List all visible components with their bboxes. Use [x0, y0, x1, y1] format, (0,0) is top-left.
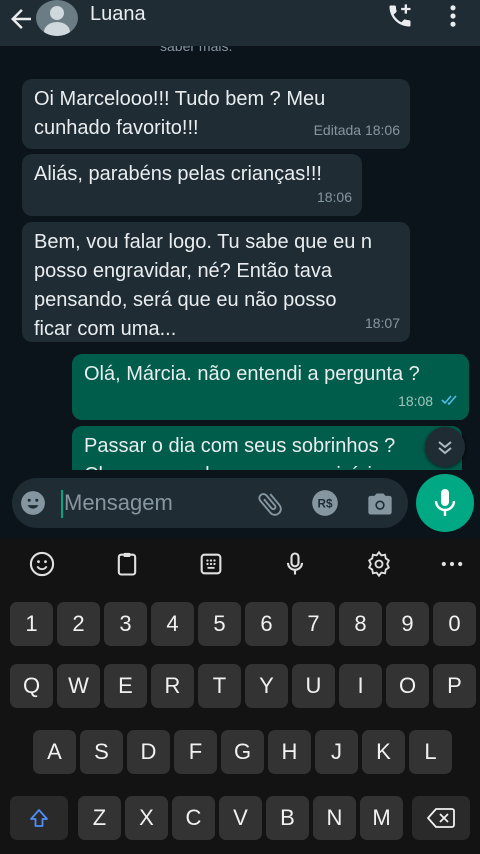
- payment-icon[interactable]: R$: [311, 489, 339, 517]
- key-t[interactable]: T: [198, 664, 241, 708]
- key-7[interactable]: 7: [292, 602, 335, 646]
- key-5[interactable]: 5: [198, 602, 241, 646]
- read-ticks-icon: [441, 395, 457, 406]
- message-time: 18:08: [398, 387, 459, 416]
- message-text: Olá, Márcia. não entendi a pergunta ?: [84, 363, 420, 385]
- chat-header: Luana: [0, 0, 480, 46]
- svg-text:R$: R$: [318, 498, 333, 511]
- more-icon[interactable]: [438, 550, 466, 578]
- double-chevron-down-icon: [438, 441, 452, 455]
- key-d[interactable]: D: [127, 730, 170, 774]
- backspace-icon: [427, 808, 455, 828]
- key-e[interactable]: E: [104, 664, 147, 708]
- message-composer: R$: [12, 478, 408, 528]
- back-arrow-icon[interactable]: [6, 4, 36, 34]
- key-8[interactable]: 8: [339, 602, 382, 646]
- keypad-icon[interactable]: [197, 550, 225, 578]
- more-options-icon[interactable]: [446, 2, 460, 30]
- microphone-icon: [434, 489, 456, 516]
- message-time: 18:06: [316, 189, 352, 205]
- keyboard-toolbar: [0, 538, 480, 590]
- chat-area[interactable]: saber mais. Oi Marcelooo!!! Tudo bem ? M…: [0, 46, 480, 470]
- key-c[interactable]: C: [172, 796, 215, 840]
- shift-key[interactable]: [10, 796, 68, 840]
- voice-record-button[interactable]: [416, 474, 474, 532]
- contact-name[interactable]: Luana: [90, 3, 146, 26]
- avatar[interactable]: [36, 0, 78, 36]
- message-bubble[interactable]: Oi Marcelooo!!! Tudo bem ? Meu cunhado f…: [22, 79, 410, 149]
- key-y[interactable]: Y: [245, 664, 288, 708]
- message-text: Bem, vou falar logo. Tu sabe que eu n po…: [34, 231, 372, 340]
- key-w[interactable]: W: [57, 664, 100, 708]
- key-0[interactable]: 0: [433, 602, 476, 646]
- backspace-key[interactable]: [412, 796, 470, 840]
- key-x[interactable]: X: [125, 796, 168, 840]
- message-bubble[interactable]: Bem, vou falar logo. Tu sabe que eu n po…: [22, 222, 410, 342]
- key-k[interactable]: K: [362, 730, 405, 774]
- key-q[interactable]: Q: [10, 664, 53, 708]
- message-bubble[interactable]: Passar o dia com seus sobrinhos ? Claro …: [72, 426, 462, 470]
- message-input[interactable]: [62, 488, 254, 518]
- key-3[interactable]: 3: [104, 602, 147, 646]
- scroll-down-button[interactable]: [425, 427, 465, 467]
- key-f[interactable]: F: [174, 730, 217, 774]
- message-text: Oi Marcelooo!!! Tudo bem ? Meu cunhado f…: [34, 88, 326, 139]
- message-bubble[interactable]: Aliás, parabéns pelas crianças!!! 18:06: [22, 154, 362, 216]
- key-o[interactable]: O: [386, 664, 429, 708]
- message-text: Passar o dia com seus sobrinhos ? Claro …: [84, 435, 396, 470]
- emoji-icon[interactable]: [20, 490, 46, 516]
- voice-input-icon[interactable]: [281, 550, 309, 578]
- key-1[interactable]: 1: [10, 602, 53, 646]
- key-4[interactable]: 4: [151, 602, 194, 646]
- key-l[interactable]: L: [409, 730, 452, 774]
- key-j[interactable]: J: [315, 730, 358, 774]
- clipped-text: saber mais.: [160, 46, 233, 54]
- clipboard-icon[interactable]: [113, 550, 141, 578]
- key-u[interactable]: U: [292, 664, 335, 708]
- key-6[interactable]: 6: [245, 602, 288, 646]
- key-s[interactable]: S: [80, 730, 123, 774]
- keyboard: 1 2 3 4 5 6 7 8 9 0 Q W E R T Y U I O P …: [0, 538, 480, 854]
- key-p[interactable]: P: [433, 664, 476, 708]
- add-call-icon[interactable]: [386, 2, 414, 30]
- message-time: 18:07: [364, 315, 400, 331]
- key-v[interactable]: V: [219, 796, 262, 840]
- key-n[interactable]: N: [313, 796, 356, 840]
- message-text: Aliás, parabéns pelas crianças!!!: [34, 163, 322, 185]
- shift-arrow-icon: [30, 809, 48, 827]
- key-a[interactable]: A: [33, 730, 76, 774]
- key-h[interactable]: H: [268, 730, 311, 774]
- key-i[interactable]: I: [339, 664, 382, 708]
- key-9[interactable]: 9: [386, 602, 429, 646]
- emoji-keyboard-icon[interactable]: [28, 550, 56, 578]
- settings-gear-icon[interactable]: [365, 550, 393, 578]
- attach-icon[interactable]: [255, 489, 285, 519]
- key-m[interactable]: M: [360, 796, 403, 840]
- key-z[interactable]: Z: [78, 796, 121, 840]
- key-b[interactable]: B: [266, 796, 309, 840]
- key-2[interactable]: 2: [57, 602, 100, 646]
- message-time: Editada 18:06: [313, 122, 400, 138]
- message-bubble[interactable]: Olá, Márcia. não entendi a pergunta ? 18…: [72, 354, 469, 420]
- camera-icon[interactable]: [365, 490, 395, 518]
- key-r[interactable]: R: [151, 664, 194, 708]
- key-g[interactable]: G: [221, 730, 264, 774]
